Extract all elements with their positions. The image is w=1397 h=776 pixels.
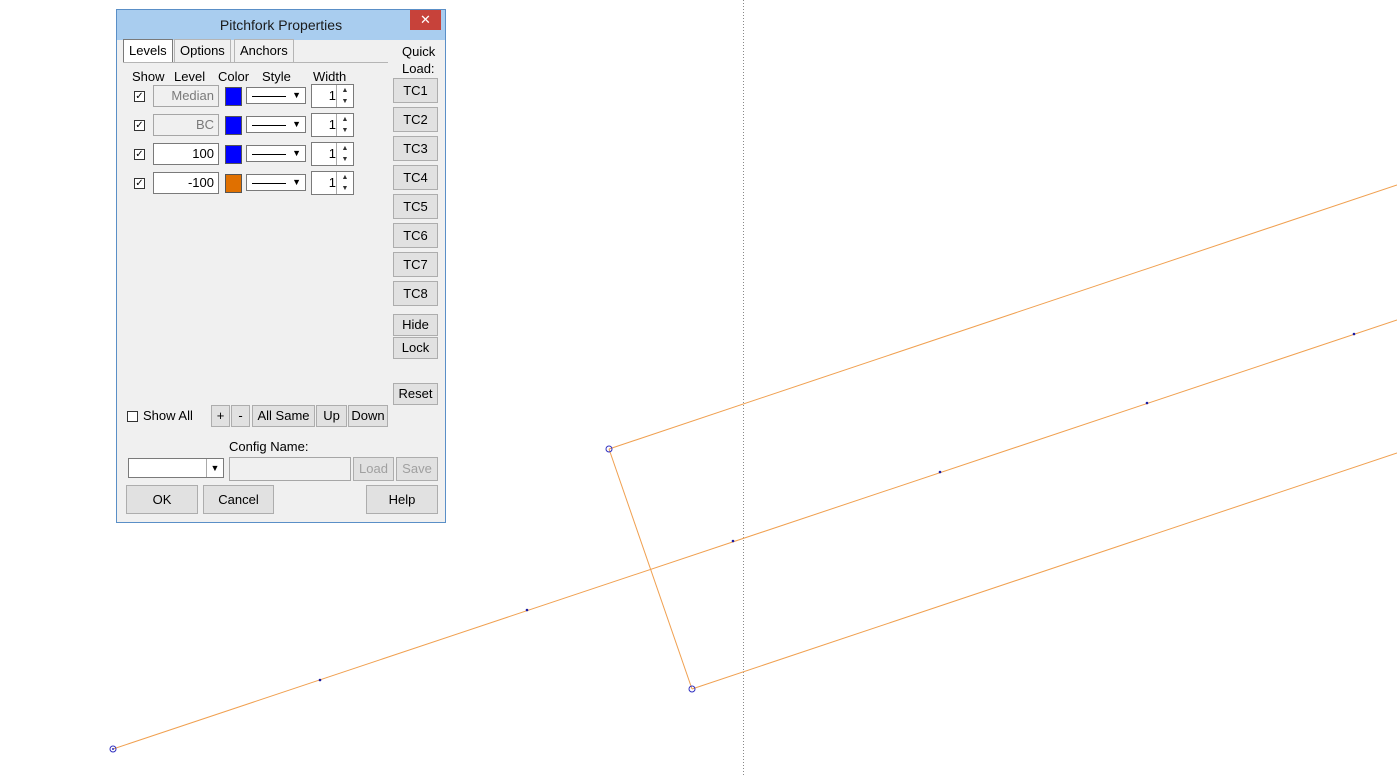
down-button[interactable]: Down (348, 405, 388, 427)
cancel-button[interactable]: Cancel (203, 485, 274, 514)
all-same-button[interactable]: All Same (252, 405, 315, 427)
header-show: Show (132, 69, 165, 84)
tc6-button[interactable]: TC6 (393, 223, 438, 248)
save-button[interactable]: Save (396, 457, 438, 481)
color-swatch[interactable] (225, 145, 242, 164)
header-color: Color (218, 69, 250, 84)
level-input[interactable]: -100 (153, 172, 219, 194)
quick-load-label-2: Load: (402, 61, 435, 76)
style-dropdown[interactable]: ▼ (246, 116, 306, 133)
style-dropdown[interactable]: ▼ (246, 174, 306, 191)
close-icon[interactable]: ✕ (410, 10, 441, 30)
remove-level-button[interactable]: - (231, 405, 250, 427)
median-dot (318, 678, 322, 682)
lock-button[interactable]: Lock (393, 337, 438, 359)
pitchfork-upper-line[interactable] (608, 184, 1397, 450)
style-dropdown[interactable]: ▼ (246, 87, 306, 104)
header-width: Width (313, 69, 347, 84)
tc8-button[interactable]: TC8 (393, 281, 438, 306)
show-checkbox[interactable]: ✓ (134, 91, 145, 102)
width-spinner[interactable]: 1 ▲ ▼ (311, 84, 354, 108)
tab-options[interactable]: Options (174, 39, 231, 62)
level-field: Median (153, 85, 219, 107)
width-spinner[interactable]: 1 ▲ ▼ (311, 171, 354, 195)
config-name-input[interactable] (229, 457, 351, 481)
tc4-button[interactable]: TC4 (393, 165, 438, 190)
median-dot (1352, 332, 1356, 336)
color-swatch[interactable] (225, 116, 242, 135)
tab-anchors[interactable]: Anchors (234, 39, 294, 62)
median-dot (731, 539, 735, 543)
width-spinner[interactable]: 1 ▲ ▼ (311, 142, 354, 166)
show-all-checkbox[interactable] (127, 411, 138, 422)
dialog-titlebar[interactable]: Pitchfork Properties ✕ (117, 10, 445, 40)
pitchfork-properties-dialog: Pitchfork Properties ✕ Levels Options An… (116, 9, 446, 523)
dialog-title: Pitchfork Properties (219, 17, 343, 33)
header-level: Level (174, 69, 206, 84)
tc3-button[interactable]: TC3 (393, 136, 438, 161)
anchor-point-a-center (112, 748, 114, 750)
reset-button[interactable]: Reset (393, 383, 438, 405)
median-dot (1145, 401, 1149, 405)
tc1-button[interactable]: TC1 (393, 78, 438, 103)
tc5-button[interactable]: TC5 (393, 194, 438, 219)
quick-load-label-1: Quick (402, 44, 436, 59)
tab-divider (123, 62, 388, 63)
load-button[interactable]: Load (353, 457, 394, 481)
config-dropdown[interactable]: ▼ (128, 458, 224, 478)
ok-button[interactable]: OK (126, 485, 198, 514)
tc2-button[interactable]: TC2 (393, 107, 438, 132)
style-dropdown[interactable]: ▼ (246, 145, 306, 162)
level-input[interactable]: 100 (153, 143, 219, 165)
show-checkbox[interactable]: ✓ (134, 178, 145, 189)
hide-button[interactable]: Hide (393, 314, 438, 336)
median-dot (525, 608, 529, 612)
up-button[interactable]: Up (316, 405, 347, 427)
config-name-label: Config Name: (229, 439, 309, 454)
color-swatch[interactable] (225, 174, 242, 193)
help-button[interactable]: Help (366, 485, 438, 514)
tc7-button[interactable]: TC7 (393, 252, 438, 277)
add-level-button[interactable]: + (211, 405, 230, 427)
pitchfork-lower-line[interactable] (691, 452, 1397, 690)
show-checkbox[interactable]: ✓ (134, 149, 145, 160)
show-checkbox[interactable]: ✓ (134, 120, 145, 131)
header-style: Style (262, 69, 291, 84)
width-spinner[interactable]: 1 ▲ ▼ (311, 113, 354, 137)
tab-levels[interactable]: Levels (123, 39, 173, 62)
show-all-label: Show All (143, 408, 193, 423)
median-dot (938, 470, 942, 474)
chevron-down-icon: ▼ (206, 459, 223, 477)
color-swatch[interactable] (225, 87, 242, 106)
level-field: BC (153, 114, 219, 136)
pitchfork-handle-line[interactable] (608, 448, 693, 690)
